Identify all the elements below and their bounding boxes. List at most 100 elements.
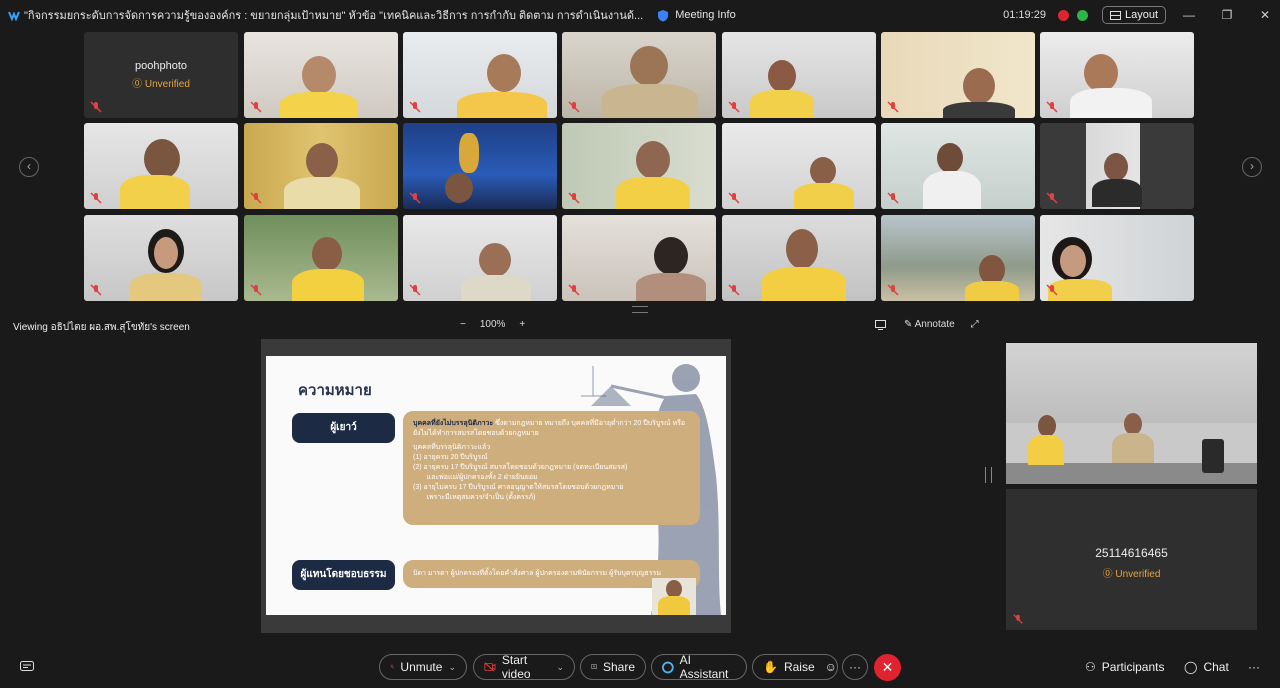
meeting-toolbar: Unmute ⌄ Start video ⌄ Share AI Assistan… bbox=[0, 652, 1280, 684]
card-definition: บุคคลที่ยังไม่บรรลุนิติภาวะ ซึ่งตามกฎหมา… bbox=[413, 419, 690, 439]
participant-body bbox=[280, 92, 358, 118]
zoom-in-button[interactable]: + bbox=[519, 319, 525, 330]
muted-mic-icon bbox=[250, 192, 262, 204]
close-icon[interactable]: ✕ bbox=[1250, 8, 1280, 22]
card-heading: บุคคลที่ยังไม่บรรลุนิติภาวะ bbox=[413, 420, 494, 427]
video-tile[interactable] bbox=[403, 32, 557, 118]
participant-namebox: poohphoto ⓪ Unverified bbox=[84, 60, 238, 90]
side-participant-tile[interactable]: 25114616465 ⓪ Unverified bbox=[1006, 489, 1257, 630]
side-video-tile[interactable] bbox=[1006, 343, 1257, 484]
muted-mic-icon bbox=[887, 192, 899, 204]
meeting-title: "กิจกรรมยกระดับการจัดการความรู้ขององค์กร… bbox=[24, 10, 644, 22]
video-tile[interactable]: poohphoto ⓪ Unverified bbox=[84, 32, 238, 118]
participant-head bbox=[445, 173, 473, 203]
video-tile[interactable] bbox=[403, 215, 557, 301]
chat-button[interactable]: ◯ Chat bbox=[1184, 660, 1229, 674]
verification-status-label: Unverified bbox=[1115, 569, 1161, 580]
video-tile[interactable] bbox=[722, 123, 876, 209]
layout-button[interactable]: Layout bbox=[1101, 6, 1166, 24]
participant-body bbox=[1112, 433, 1154, 463]
participant-name: poohphoto bbox=[135, 60, 187, 72]
muted-mic-icon bbox=[390, 664, 395, 670]
muted-mic-icon bbox=[568, 192, 580, 204]
more-options-icon[interactable]: ··· bbox=[842, 654, 868, 680]
definition-card-minor: บุคคลที่ยังไม่บรรลุนิติภาวะ ซึ่งตามกฎหมา… bbox=[403, 411, 700, 525]
share-button[interactable]: Share bbox=[580, 654, 646, 680]
video-tile[interactable] bbox=[1040, 123, 1194, 209]
share-view-bar: Viewing อธิปไตย ผอ.สพ.สุโขทัย's screen −… bbox=[0, 316, 1280, 336]
chevron-down-icon[interactable]: ⌄ bbox=[448, 662, 456, 673]
video-tile[interactable] bbox=[881, 215, 1035, 301]
video-tile[interactable] bbox=[403, 123, 557, 209]
unmute-button[interactable]: Unmute ⌄ bbox=[379, 654, 467, 680]
video-tile[interactable] bbox=[881, 123, 1035, 209]
warning-icon: ⓪ bbox=[132, 79, 143, 90]
video-tile[interactable] bbox=[562, 123, 716, 209]
more-panels-icon[interactable]: ··· bbox=[1248, 660, 1260, 674]
reactions-icon[interactable]: ☺ bbox=[825, 660, 837, 674]
participant-body bbox=[750, 90, 814, 118]
ai-assistant-button[interactable]: AI Assistant bbox=[651, 653, 747, 681]
annotate-button[interactable]: ✎ Annotate bbox=[904, 319, 955, 330]
ai-assistant-label: AI Assistant bbox=[679, 653, 729, 681]
participant-head bbox=[768, 60, 796, 92]
meeting-info-button[interactable]: Meeting Info bbox=[657, 9, 736, 22]
restore-icon[interactable]: ❐ bbox=[1212, 8, 1242, 22]
unmute-label: Unmute bbox=[400, 660, 443, 674]
shield-icon bbox=[658, 9, 669, 21]
monument-shape bbox=[459, 133, 479, 173]
fullscreen-icon[interactable]: ⤢ bbox=[971, 319, 979, 330]
presenter-body bbox=[658, 596, 690, 615]
video-tile[interactable] bbox=[1040, 32, 1194, 118]
zoom-out-button[interactable]: − bbox=[460, 319, 466, 330]
participant-body bbox=[794, 183, 854, 209]
share-resize-handle[interactable] bbox=[985, 467, 992, 483]
video-tile[interactable] bbox=[244, 215, 398, 301]
minimize-icon[interactable]: — bbox=[1174, 8, 1204, 22]
verification-status: ⓪ Unverified bbox=[1006, 565, 1257, 580]
participant-body bbox=[120, 175, 190, 209]
video-tile[interactable] bbox=[84, 123, 238, 209]
muted-mic-icon bbox=[568, 101, 580, 113]
video-tile[interactable] bbox=[1040, 215, 1194, 301]
participant-head bbox=[636, 141, 670, 179]
muted-mic-icon bbox=[1013, 614, 1023, 624]
participant-body bbox=[1070, 88, 1152, 118]
viewing-label: Viewing อธิปไตย ผอ.สพ.สุโขทัย's screen bbox=[13, 322, 190, 333]
participant-body bbox=[965, 281, 1019, 301]
previous-page-arrow-icon[interactable]: ‹ bbox=[19, 157, 39, 177]
participant-head bbox=[1038, 415, 1056, 437]
start-video-button[interactable]: Start video ⌄ bbox=[473, 653, 575, 681]
end-call-button[interactable]: ✕ bbox=[874, 654, 901, 681]
chair bbox=[1202, 439, 1224, 473]
captions-icon[interactable] bbox=[20, 661, 34, 673]
participant-body bbox=[943, 102, 1015, 118]
slide-title: ความหมาย bbox=[298, 382, 372, 399]
raise-hand-button[interactable]: ✋ Raise ☺ bbox=[752, 654, 838, 680]
participant-body bbox=[292, 269, 364, 301]
muted-mic-icon bbox=[1046, 101, 1058, 113]
next-page-arrow-icon[interactable]: › bbox=[1242, 157, 1262, 177]
video-tile[interactable] bbox=[244, 123, 398, 209]
muted-mic-icon bbox=[409, 192, 421, 204]
video-tile[interactable] bbox=[562, 215, 716, 301]
participant-head bbox=[654, 237, 688, 275]
video-tile[interactable] bbox=[244, 32, 398, 118]
video-tile[interactable] bbox=[562, 32, 716, 118]
video-tile[interactable] bbox=[84, 215, 238, 301]
card-item: (3) อายุไม่ครบ 17 ปีบริบูรณ์ ศาลอนุญาตให… bbox=[413, 484, 624, 491]
participant-head bbox=[479, 243, 511, 277]
participant-head bbox=[312, 237, 342, 271]
hand-icon: ✋ bbox=[763, 660, 778, 674]
participants-button[interactable]: ⚇ Participants bbox=[1085, 660, 1164, 674]
video-off-icon bbox=[484, 662, 496, 672]
screen-icon[interactable] bbox=[875, 319, 886, 330]
muted-mic-icon bbox=[887, 284, 899, 296]
video-tile[interactable] bbox=[722, 32, 876, 118]
participant-number: 25114616465 bbox=[1095, 546, 1168, 560]
annotate-controls: ✎ Annotate ⤢ bbox=[875, 319, 979, 330]
video-tile[interactable] bbox=[881, 32, 1035, 118]
chevron-down-icon[interactable]: ⌄ bbox=[556, 662, 564, 673]
video-tile[interactable] bbox=[722, 215, 876, 301]
panel-resize-handle[interactable] bbox=[632, 306, 648, 313]
